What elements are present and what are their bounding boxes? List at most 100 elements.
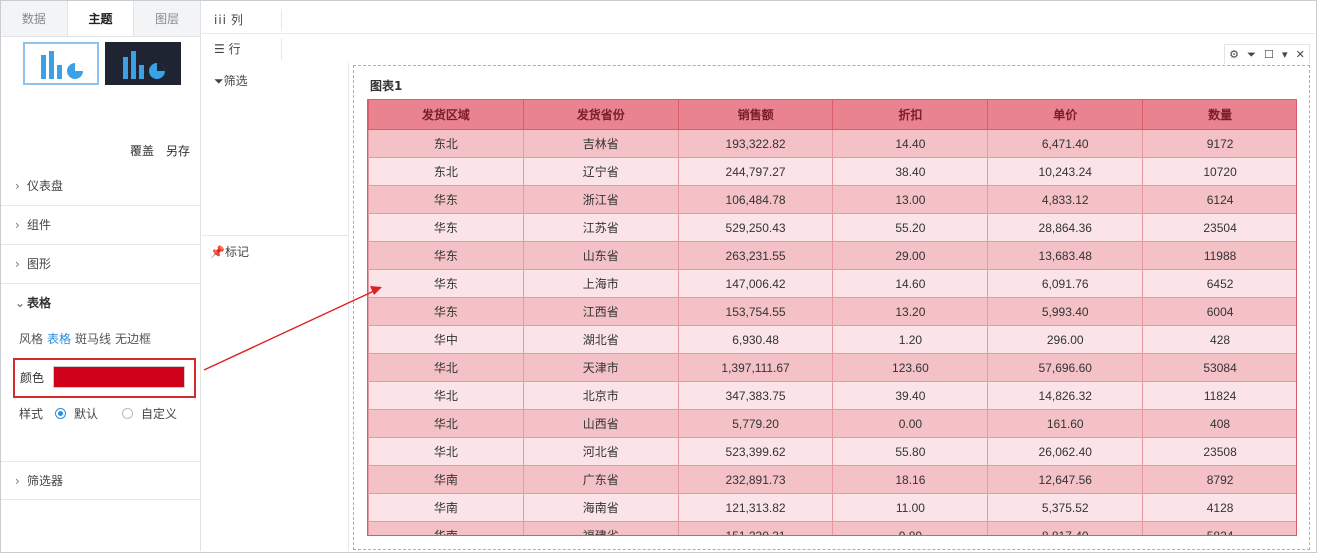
table-cell: 福建省 xyxy=(522,521,679,535)
table-cell: 华北 xyxy=(368,353,524,382)
mark-shelf[interactable]: 📌标记 xyxy=(210,243,249,260)
table-cell: 123.60 xyxy=(832,353,989,382)
style-tab-style[interactable]: 风格 xyxy=(19,330,43,347)
header-province[interactable]: 发货省份 xyxy=(522,99,679,130)
close-icon[interactable]: ✕ xyxy=(1296,48,1305,61)
table-row[interactable]: 华南 广东省 232,891.73 18.16 12,647.56 8792 xyxy=(368,465,1296,494)
cover-button[interactable]: 覆盖 xyxy=(130,142,154,159)
style-tab-zebra[interactable]: 斑马线 xyxy=(75,330,111,347)
table-cell: 海南省 xyxy=(522,493,679,522)
shelves-bar: iii 列 ☰ 行 xyxy=(202,1,1315,63)
tab-data[interactable]: 数据 xyxy=(1,1,67,36)
table-cell: 244,797.27 xyxy=(677,157,834,186)
save-as-button[interactable]: 另存 xyxy=(166,142,190,159)
table-row[interactable]: 华南 福建省 151,230.31 9.80 8,817.40 5824 xyxy=(368,521,1296,535)
header-region[interactable]: 发货区域 xyxy=(368,99,524,130)
table-cell: 8,817.40 xyxy=(987,521,1144,535)
table-row[interactable]: 东北 辽宁省 244,797.27 38.40 10,243.24 10720 xyxy=(368,157,1296,186)
tab-theme[interactable]: 主题 xyxy=(66,1,135,36)
color-swatch[interactable] xyxy=(53,366,185,388)
table-cell: 11824 xyxy=(1142,381,1296,410)
table-row[interactable]: 东北 吉林省 193,322.82 14.40 6,471.40 9172 xyxy=(368,129,1296,158)
gear-icon[interactable]: ⚙ xyxy=(1229,48,1239,61)
table-row[interactable]: 华北 天津市 1,397,111.67 123.60 57,696.60 53084 xyxy=(368,353,1296,382)
table-cell: 华南 xyxy=(368,521,524,535)
table-cell: 华北 xyxy=(368,437,524,466)
table-cell: 6004 xyxy=(1142,297,1296,326)
filter-shelf[interactable]: ⏷筛选 xyxy=(214,72,248,89)
table-row[interactable]: 华东 江西省 153,754.55 13.20 5,993.40 6004 xyxy=(368,297,1296,326)
table-cell: 6,930.48 xyxy=(677,325,834,354)
table-cell: 523,399.62 xyxy=(677,437,834,466)
filter-icon[interactable]: ⏷ xyxy=(1247,48,1256,62)
table-cell: 北京市 xyxy=(522,381,679,410)
shelf-panel: ⏷筛选 📌标记 xyxy=(202,63,349,551)
table-cell: 河北省 xyxy=(522,437,679,466)
table-cell: 4,833.12 xyxy=(987,185,1144,214)
section-graphic[interactable]: › 图形 xyxy=(1,245,200,284)
radio-custom[interactable] xyxy=(122,408,134,419)
table-row[interactable]: 华东 上海市 147,006.42 14.60 6,091.76 6452 xyxy=(368,269,1296,298)
table-cell: 华东 xyxy=(368,213,524,242)
table-row[interactable]: 华东 山东省 263,231.55 29.00 13,683.48 11988 xyxy=(368,241,1296,270)
table-cell: 23508 xyxy=(1142,437,1296,466)
table-row[interactable]: 华北 山西省 5,779.20 0.00 161.60 408 xyxy=(368,409,1296,438)
table-row[interactable]: 华东 江苏省 529,250.43 55.20 28,864.36 23504 xyxy=(368,213,1296,242)
table-cell: 55.80 xyxy=(832,437,989,466)
table-row[interactable]: 华南 海南省 121,313.82 11.00 5,375.52 4128 xyxy=(368,493,1296,522)
header-sales[interactable]: 销售额 xyxy=(677,99,834,130)
data-table: 发货区域 发货省份 销售额 折扣 单价 数量 东北 吉林省 193,322.82 14… xyxy=(368,99,1296,535)
table-cell: 6452 xyxy=(1142,269,1296,298)
tab-layers[interactable]: 图层 xyxy=(134,1,201,36)
dropdown-icon[interactable]: ▾ xyxy=(1282,48,1288,61)
radio-custom-label: 自定义 xyxy=(141,407,178,421)
header-price[interactable]: 单价 xyxy=(987,99,1144,130)
table-cell: 天津市 xyxy=(522,353,679,382)
table-cell: 12,647.56 xyxy=(987,465,1144,494)
table-cell: 9.80 xyxy=(832,521,989,535)
table-body: 东北 吉林省 193,322.82 14.40 6,471.40 9172 东北 辽宁省 244… xyxy=(368,129,1296,535)
columns-shelf[interactable]: iii 列 xyxy=(202,5,1315,34)
table-cell: 华东 xyxy=(368,269,524,298)
table-cell: 29.00 xyxy=(832,241,989,270)
section-filter[interactable]: › 筛选器 xyxy=(1,461,200,500)
table-cell: 28,864.36 xyxy=(987,213,1144,242)
section-table[interactable]: ⌄ 表格 xyxy=(1,284,200,323)
table-cell: 263,231.55 xyxy=(677,241,834,270)
table-cell: 13,683.48 xyxy=(987,241,1144,270)
left-panel: 数据 主题 图层 覆盖 另存 › 仪表盘 › 组件 › 图形 ⌄ 表格 风格 表… xyxy=(1,1,201,551)
table-cell: 408 xyxy=(1142,409,1296,438)
theme-dark-thumbnail[interactable] xyxy=(105,42,181,85)
table-row[interactable]: 华北 河北省 523,399.62 55.80 26,062.40 23508 xyxy=(368,437,1296,466)
data-table-viewport[interactable]: 发货区域 发货省份 销售额 折扣 单价 数量 东北 吉林省 193,322.82 14… xyxy=(367,99,1297,536)
rows-shelf[interactable]: ☰ 行 xyxy=(202,34,1315,63)
style-tab-table[interactable]: 表格 xyxy=(47,330,71,347)
table-row[interactable]: 华中 湖北省 6,930.48 1.20 296.00 428 xyxy=(368,325,1296,354)
radio-default[interactable] xyxy=(55,408,67,419)
color-label: 颜色 xyxy=(20,371,45,385)
table-cell: 5824 xyxy=(1142,521,1296,535)
table-cell: 湖北省 xyxy=(522,325,679,354)
table-row[interactable]: 华东 浙江省 106,484.78 13.00 4,833.12 6124 xyxy=(368,185,1296,214)
header-quantity[interactable]: 数量 xyxy=(1142,99,1296,130)
section-dashboard[interactable]: › 仪表盘 xyxy=(1,167,200,206)
style-tab-borderless[interactable]: 无边框 xyxy=(115,330,151,347)
table-cell: 山东省 xyxy=(522,241,679,270)
table-cell: 57,696.60 xyxy=(987,353,1144,382)
table-cell: 9172 xyxy=(1142,129,1296,158)
table-cell: 上海市 xyxy=(522,269,679,298)
table-cell: 江西省 xyxy=(522,297,679,326)
table-cell: 14,826.32 xyxy=(987,381,1144,410)
chevron-right-icon: › xyxy=(15,179,20,193)
table-row[interactable]: 华北 北京市 347,383.75 39.40 14,826.32 11824 xyxy=(368,381,1296,410)
table-cell: 153,754.55 xyxy=(677,297,834,326)
table-cell: 华东 xyxy=(368,241,524,270)
maximize-icon[interactable]: ☐ xyxy=(1264,48,1274,61)
table-cell: 121,313.82 xyxy=(677,493,834,522)
pin-icon: 📌 xyxy=(210,245,225,259)
table-cell: 华北 xyxy=(368,409,524,438)
theme-light-thumbnail[interactable] xyxy=(23,42,99,85)
header-discount[interactable]: 折扣 xyxy=(832,99,989,130)
table-cell: 6,091.76 xyxy=(987,269,1144,298)
section-component[interactable]: › 组件 xyxy=(1,206,200,245)
